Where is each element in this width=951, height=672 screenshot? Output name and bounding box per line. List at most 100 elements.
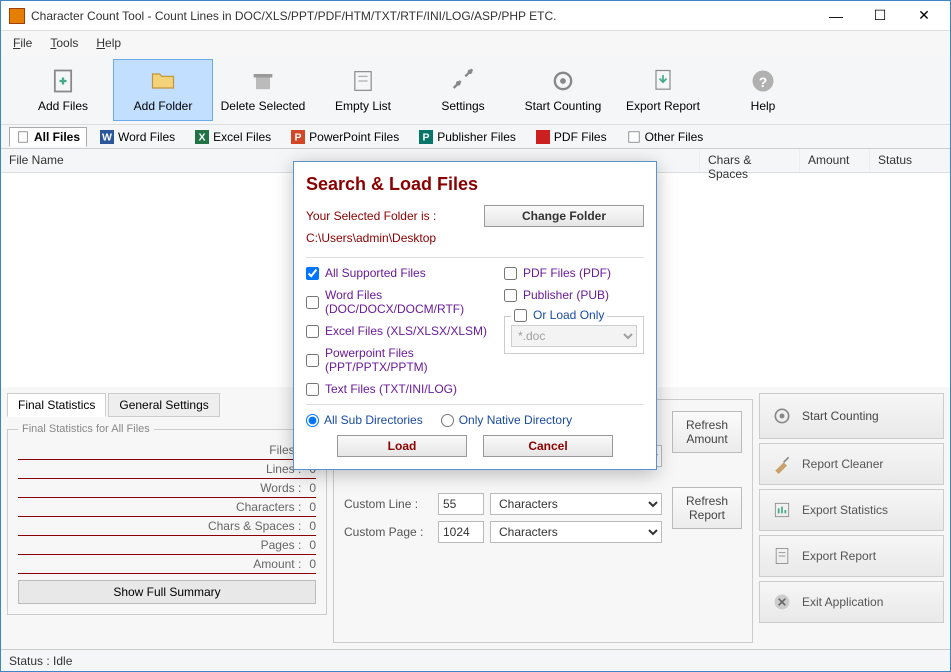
help-button[interactable]: ? Help bbox=[713, 59, 813, 121]
status-label: Status : bbox=[9, 654, 50, 668]
minimize-button[interactable]: — bbox=[814, 2, 858, 30]
export-report-button[interactable]: Export Report bbox=[613, 59, 713, 121]
other-icon bbox=[627, 130, 641, 144]
maximize-button[interactable]: ☐ bbox=[858, 2, 902, 30]
stat-chars-spaces: Chars & Spaces :0 bbox=[18, 517, 316, 536]
col-status[interactable]: Status bbox=[870, 149, 950, 172]
tab-other-files[interactable]: Other Files bbox=[620, 127, 711, 147]
svg-text:P: P bbox=[295, 131, 302, 143]
export-statistics-label: Export Statistics bbox=[802, 503, 888, 517]
window-title: Character Count Tool - Count Lines in DO… bbox=[31, 9, 814, 23]
stat-words: Words :0 bbox=[18, 479, 316, 498]
pdf-icon bbox=[536, 130, 550, 144]
tab-all-label: All Files bbox=[34, 130, 80, 144]
subtab-general-settings[interactable]: General Settings bbox=[108, 393, 219, 417]
col-amount[interactable]: Amount bbox=[800, 149, 870, 172]
export-report-action[interactable]: Export Report bbox=[759, 535, 944, 577]
tab-excel-files[interactable]: XExcel Files bbox=[188, 127, 278, 147]
delete-selected-label: Delete Selected bbox=[221, 99, 306, 113]
word-icon: W bbox=[100, 130, 114, 144]
selected-folder-path: C:\Users\admin\Desktop bbox=[306, 231, 644, 245]
titlebar: Character Count Tool - Count Lines in DO… bbox=[1, 1, 950, 31]
dialog-title: Search & Load Files bbox=[306, 174, 644, 195]
load-only-group: Or Load Only *.doc bbox=[504, 316, 644, 354]
stat-amount: Amount :0 bbox=[18, 555, 316, 574]
refresh-amount-button[interactable]: Refresh Amount bbox=[672, 411, 742, 453]
stat-characters: Characters :0 bbox=[18, 498, 316, 517]
export-stats-icon bbox=[772, 500, 792, 520]
add-folder-button[interactable]: Add Folder bbox=[113, 59, 213, 121]
tab-other-label: Other Files bbox=[645, 130, 704, 144]
chk-word-files[interactable]: Word Files (DOC/DOCX/DOCM/RTF) bbox=[306, 288, 488, 316]
excel-icon: X bbox=[195, 130, 209, 144]
show-full-summary-button[interactable]: Show Full Summary bbox=[18, 580, 316, 604]
tab-all-files[interactable]: All Files bbox=[9, 127, 87, 147]
chk-text-files[interactable]: Text Files (TXT/INI/LOG) bbox=[306, 382, 488, 396]
status-value: Idle bbox=[53, 654, 72, 668]
search-load-dialog: Search & Load Files Your Selected Folder… bbox=[293, 161, 657, 470]
menubar: File Tools Help bbox=[1, 31, 950, 55]
export-report-icon bbox=[772, 546, 792, 566]
custom-page-unit-select[interactable]: Characters bbox=[490, 521, 662, 543]
menu-tools[interactable]: Tools bbox=[50, 36, 78, 50]
report-cleaner-action[interactable]: Report Cleaner bbox=[759, 443, 944, 485]
load-only-select[interactable]: *.doc bbox=[511, 325, 637, 347]
file-plus-icon bbox=[49, 67, 77, 95]
settings-button[interactable]: Settings bbox=[413, 59, 513, 121]
empty-list-button[interactable]: Empty List bbox=[313, 59, 413, 121]
chk-all-supported[interactable]: All Supported Files bbox=[306, 266, 488, 280]
tab-pdf-files[interactable]: PDF Files bbox=[529, 127, 614, 147]
settings-icon bbox=[449, 67, 477, 95]
action-panel: Start Counting Report Cleaner Export Sta… bbox=[759, 393, 944, 643]
custom-page-input[interactable] bbox=[438, 521, 484, 543]
svg-text:X: X bbox=[199, 131, 206, 143]
tab-pub-label: Publisher Files bbox=[437, 130, 516, 144]
tab-pdf-label: PDF Files bbox=[554, 130, 607, 144]
svg-text:W: W bbox=[102, 131, 112, 143]
tab-powerpoint-files[interactable]: PPowerPoint Files bbox=[284, 127, 406, 147]
chk-excel-files[interactable]: Excel Files (XLS/XLSX/XLSM) bbox=[306, 324, 488, 338]
custom-line-unit-select[interactable]: Characters bbox=[490, 493, 662, 515]
radio-only-native-directory[interactable]: Only Native Directory bbox=[441, 413, 572, 427]
stats-legend: Final Statistics for All Files bbox=[18, 423, 154, 435]
chk-powerpoint-files[interactable]: Powerpoint Files (PPT/PPTX/PPTM) bbox=[306, 346, 488, 374]
load-button[interactable]: Load bbox=[337, 435, 467, 457]
export-statistics-action[interactable]: Export Statistics bbox=[759, 489, 944, 531]
start-counting-button[interactable]: Start Counting bbox=[513, 59, 613, 121]
delete-selected-button[interactable]: Delete Selected bbox=[213, 59, 313, 121]
delete-icon bbox=[249, 67, 277, 95]
empty-list-label: Empty List bbox=[335, 99, 391, 113]
empty-icon bbox=[349, 67, 377, 95]
statusbar: Status : Idle bbox=[1, 649, 950, 671]
stat-files: Files :0 bbox=[18, 441, 316, 460]
menu-file[interactable]: File bbox=[13, 36, 32, 50]
exit-application-action[interactable]: Exit Application bbox=[759, 581, 944, 623]
custom-line-input[interactable] bbox=[438, 493, 484, 515]
tab-word-label: Word Files bbox=[118, 130, 175, 144]
help-icon: ? bbox=[749, 67, 777, 95]
chk-publisher-files[interactable]: Publisher (PUB) bbox=[504, 288, 644, 302]
close-button[interactable]: ✕ bbox=[902, 2, 946, 30]
chk-pdf-files[interactable]: PDF Files (PDF) bbox=[504, 266, 644, 280]
radio-all-sub-directories[interactable]: All Sub Directories bbox=[306, 413, 423, 427]
gear-icon bbox=[772, 406, 792, 426]
add-files-button[interactable]: Add Files bbox=[13, 59, 113, 121]
gear-icon bbox=[549, 67, 577, 95]
change-folder-button[interactable]: Change Folder bbox=[484, 205, 644, 227]
menu-help[interactable]: Help bbox=[96, 36, 121, 50]
tab-publisher-files[interactable]: P Publisher Files bbox=[412, 127, 523, 147]
cancel-button[interactable]: Cancel bbox=[483, 435, 613, 457]
tab-word-files[interactable]: W Word Files bbox=[93, 127, 182, 147]
svg-text:P: P bbox=[423, 131, 430, 143]
refresh-report-button[interactable]: Refresh Report bbox=[672, 487, 742, 529]
final-statistics-group: Final Statistics for All Files Files :0 … bbox=[7, 423, 327, 615]
subtab-final-statistics[interactable]: Final Statistics bbox=[7, 393, 106, 417]
custom-page-label: Custom Page : bbox=[344, 525, 432, 539]
export-icon bbox=[649, 67, 677, 95]
col-chars-spaces[interactable]: Chars & Spaces bbox=[700, 149, 800, 172]
export-report-action-label: Export Report bbox=[802, 549, 876, 563]
main-toolbar: Add Files Add Folder Delete Selected Emp… bbox=[1, 55, 950, 125]
exit-application-label: Exit Application bbox=[802, 595, 883, 609]
start-counting-action[interactable]: Start Counting bbox=[759, 393, 944, 439]
chk-load-only[interactable]: Or Load Only bbox=[511, 308, 607, 322]
